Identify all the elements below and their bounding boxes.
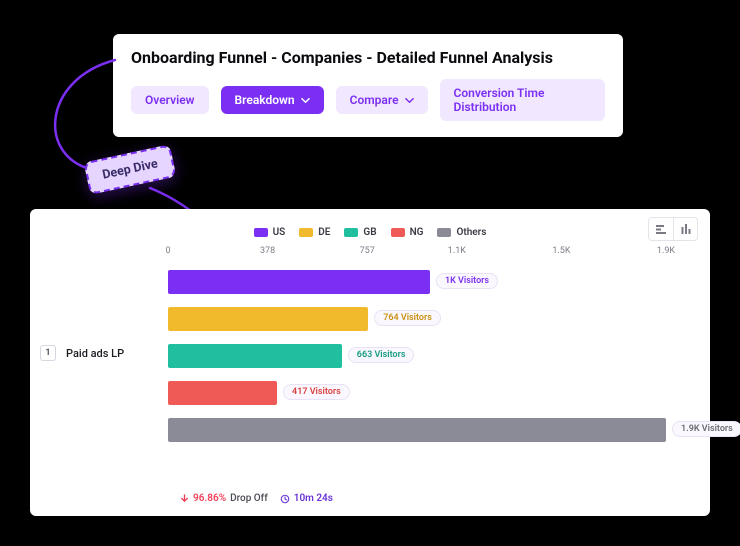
swatch-icon: [437, 228, 451, 237]
legend-item-de: DE: [299, 227, 330, 238]
view-vertical-bar-button[interactable]: [673, 218, 697, 240]
avg-time-value: 10m 24s: [294, 493, 333, 504]
swatch-icon: [299, 228, 313, 237]
tab-compare-label: Compare: [350, 93, 399, 107]
funnel-header-card: Onboarding Funnel - Companies - Detailed…: [113, 34, 623, 137]
x-tick: 1.9K: [657, 246, 675, 256]
funnel-step-label: 1 Paid ads LP: [40, 345, 158, 361]
x-axis-ticks: 0 378 757 1.1K 1.5K 1.9K: [168, 246, 666, 260]
chart-footer-stats: 96.86% Drop Off 10m 24s: [180, 493, 333, 504]
chevron-down-icon: [405, 96, 414, 105]
legend-label: US: [273, 227, 286, 238]
legend-item-ng: NG: [391, 227, 424, 238]
bar-value-label: 764 Visitors: [374, 310, 441, 326]
x-tick: 0: [165, 246, 170, 256]
drop-off-pct: 96.86%: [193, 493, 226, 504]
x-tick: 757: [360, 246, 375, 256]
tab-conversion-time-label: Conversion Time Distribution: [454, 86, 591, 114]
chart-card: US DE GB NG Others 1 Paid ads LP 0 378 7…: [30, 209, 710, 516]
clock-icon: [280, 494, 290, 504]
bar-row-others: 1.9K Visitors: [168, 416, 666, 444]
swatch-icon: [344, 228, 358, 237]
page-title: Onboarding Funnel - Companies - Detailed…: [131, 48, 605, 67]
bar-value-label: 417 Visitors: [283, 384, 350, 400]
bar-us[interactable]: [168, 270, 430, 294]
arrow-down-icon: [180, 494, 189, 503]
deep-dive-label: Deep Dive: [101, 156, 159, 182]
tab-compare[interactable]: Compare: [336, 86, 428, 114]
tab-breakdown-label: Breakdown: [235, 93, 295, 107]
x-tick: 1.5K: [552, 246, 570, 256]
chart-plot-area: 0 378 757 1.1K 1.5K 1.9K 1K Visitors 764…: [168, 246, 666, 446]
view-horizontal-bar-button[interactable]: [649, 218, 673, 240]
bar-de[interactable]: [168, 307, 368, 331]
tab-breakdown[interactable]: Breakdown: [221, 86, 324, 114]
bar-others[interactable]: [168, 418, 666, 442]
x-tick: 1.1K: [448, 246, 466, 256]
bar-row-de: 764 Visitors: [168, 305, 666, 333]
tab-overview-label: Overview: [145, 93, 195, 107]
drop-off-text: Drop Off: [230, 493, 268, 504]
legend-item-us: US: [254, 227, 286, 238]
avg-time-stat: 10m 24s: [280, 493, 333, 504]
bar-row-us: 1K Visitors: [168, 268, 666, 296]
bar-gb[interactable]: [168, 344, 342, 368]
funnel-step-name: Paid ads LP: [66, 347, 124, 360]
legend-item-others: Others: [437, 227, 486, 238]
chevron-down-icon: [301, 96, 310, 105]
tab-overview[interactable]: Overview: [131, 86, 209, 114]
bar-value-label: 663 Visitors: [348, 347, 415, 363]
x-tick: 378: [260, 246, 275, 256]
funnel-step-index: 1: [40, 345, 56, 361]
bar-value-label: 1.9K Visitors: [672, 421, 740, 437]
tab-conversion-time[interactable]: Conversion Time Distribution: [440, 79, 605, 121]
legend-label: Others: [456, 227, 486, 238]
bar-value-label: 1K Visitors: [436, 273, 498, 289]
chart-legend: US DE GB NG Others: [46, 227, 694, 238]
legend-item-gb: GB: [344, 227, 376, 238]
drop-off-stat: 96.86% Drop Off: [180, 493, 268, 504]
legend-label: NG: [410, 227, 424, 238]
swatch-icon: [391, 228, 405, 237]
tab-row: Overview Breakdown Compare Conversion Ti…: [131, 79, 605, 121]
legend-label: DE: [318, 227, 330, 238]
bar-row-ng: 417 Visitors: [168, 379, 666, 407]
bar-row-gb: 663 Visitors: [168, 342, 666, 370]
legend-label: GB: [363, 227, 376, 238]
swatch-icon: [254, 228, 268, 237]
bars-container: 1K Visitors 764 Visitors 663 Visitors 41…: [168, 268, 666, 446]
deep-dive-badge: Deep Dive: [84, 144, 177, 195]
bar-ng[interactable]: [168, 381, 277, 405]
chart-toolbar: [648, 217, 698, 241]
